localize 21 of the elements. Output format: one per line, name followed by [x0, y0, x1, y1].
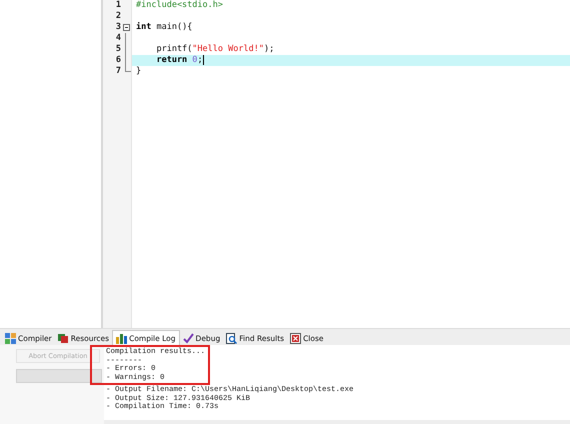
squares-icon: [58, 332, 69, 344]
line-number: 3: [116, 22, 121, 33]
magnifier-icon: [226, 332, 238, 344]
close-icon: [290, 332, 302, 344]
code-line: return 0;: [155, 55, 204, 66]
code-line: printf("Hello World!");: [155, 44, 274, 54]
line-number: 7: [116, 66, 121, 77]
text-cursor: [202, 55, 204, 65]
line-number: 4: [116, 33, 121, 44]
collapse-icon[interactable]: [123, 24, 130, 31]
grid-icon: [5, 332, 16, 344]
line-number: 2: [116, 11, 121, 22]
checkmark-icon: [182, 332, 194, 344]
code-editor[interactable]: 1 2 3 4 5 6 7 #include<stdio.h> int main(){ printf("Hello World!"); return 0; }: [103, 0, 570, 328]
code-line: #include<stdio.h>: [136, 0, 223, 10]
line-number: 6: [116, 55, 121, 66]
bar-chart-icon: [116, 332, 128, 344]
line-number: 1: [116, 0, 121, 11]
code-line: int main(){: [136, 22, 192, 32]
code-line: }: [136, 66, 142, 76]
line-number: 5: [116, 44, 121, 55]
